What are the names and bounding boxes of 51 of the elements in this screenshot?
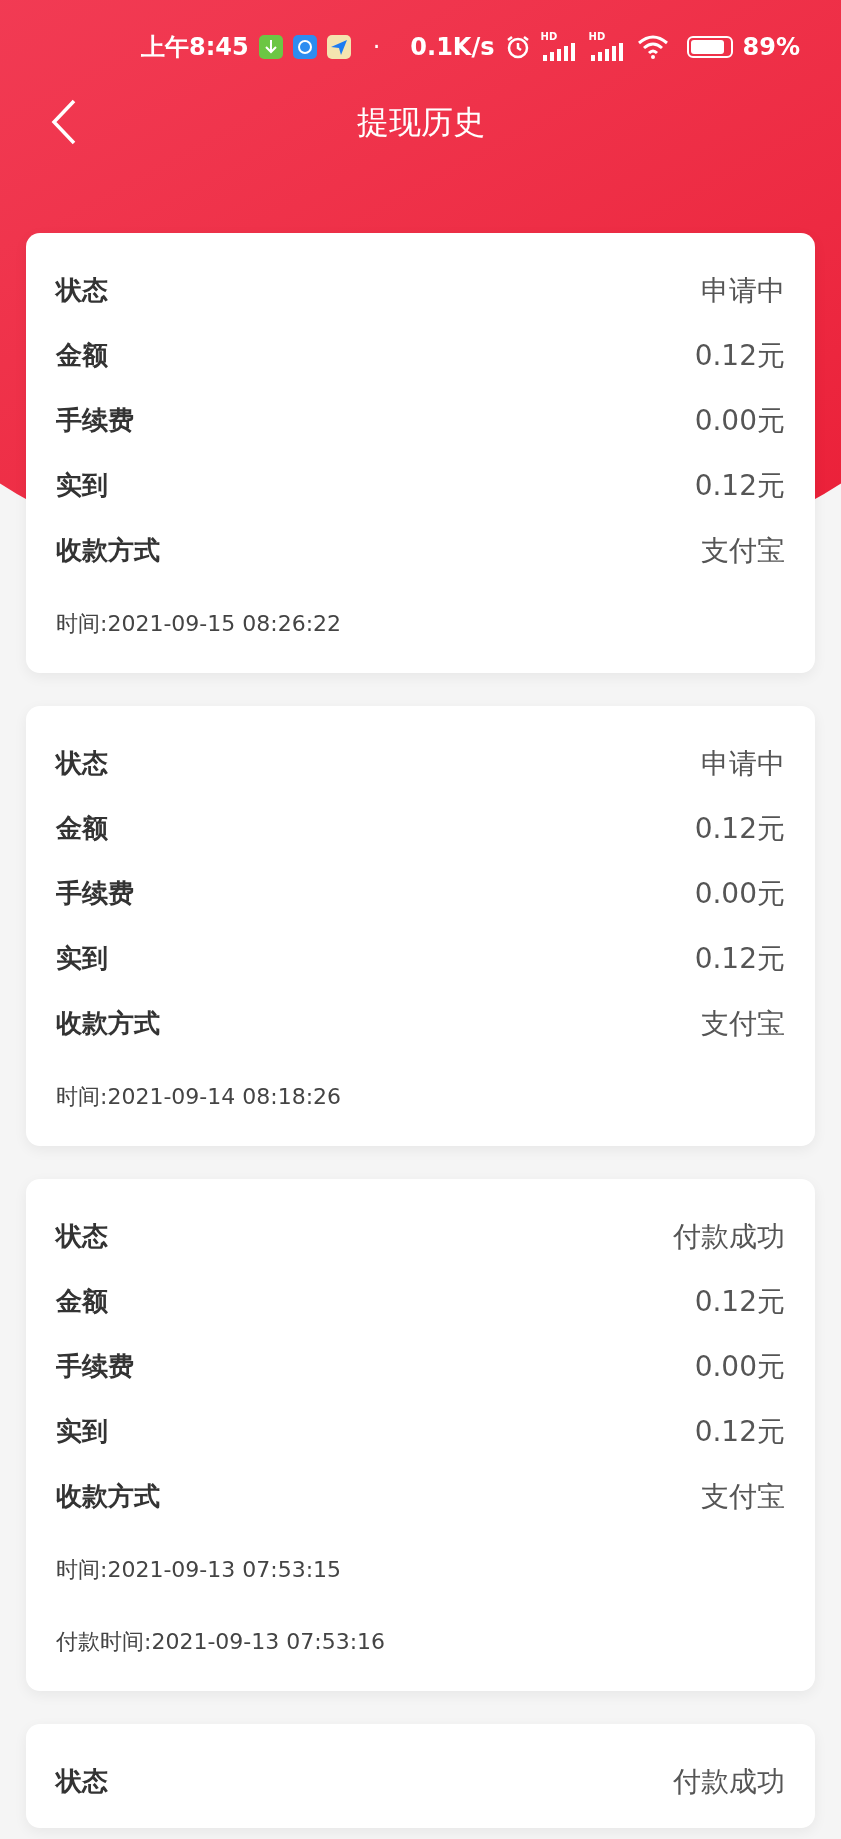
back-icon [50, 98, 78, 146]
field-value: 0.12元 [694, 810, 785, 847]
field-label: 金额 [56, 339, 108, 372]
field-label: 手续费 [56, 1350, 134, 1383]
wifi-icon [636, 35, 669, 59]
field-value: 支付宝 [701, 1005, 785, 1042]
field-label: 实到 [56, 942, 108, 975]
field-label: 金额 [56, 1285, 108, 1318]
download-app-icon [258, 35, 283, 59]
field-label: 手续费 [56, 404, 134, 437]
field-label: 收款方式 [56, 1480, 160, 1513]
signal-label: HD [588, 30, 606, 44]
field-label: 状态 [56, 747, 108, 780]
map-app-icon [326, 35, 351, 59]
field-label: 收款方式 [56, 534, 160, 567]
field-label: 手续费 [56, 877, 134, 910]
time-text: 时间:2021-09-14 08:18:26 [56, 1082, 343, 1111]
status-dot: · [372, 32, 381, 63]
field-value: 付款成功 [673, 1218, 785, 1255]
field-value: 0.00元 [694, 875, 785, 912]
time-text: 付款时间:2021-09-13 07:53:16 [56, 1627, 387, 1656]
signal-label: HD [540, 30, 558, 44]
signal-icon [590, 43, 625, 61]
field-value: 付款成功 [673, 1763, 785, 1800]
signal-icon [542, 43, 577, 61]
field-value: 0.12元 [694, 1283, 785, 1320]
field-value: 0.12元 [694, 337, 785, 374]
field-value: 申请中 [701, 272, 785, 309]
field-value: 申请中 [701, 745, 785, 782]
field-label: 实到 [56, 469, 108, 502]
field-label: 状态 [56, 274, 108, 307]
battery-icon [686, 36, 733, 58]
field-label: 收款方式 [56, 1007, 160, 1040]
chat-app-icon [292, 35, 317, 59]
field-value: 0.12元 [694, 940, 785, 977]
page-title: 提现历史 [356, 102, 485, 143]
field-value: 0.00元 [694, 1348, 785, 1385]
field-value: 0.12元 [694, 467, 785, 504]
time-text: 时间:2021-09-13 07:53:15 [56, 1555, 343, 1584]
field-label: 状态 [56, 1220, 108, 1253]
field-label: 金额 [56, 812, 108, 845]
time-text: 时间:2021-09-15 08:26:22 [56, 609, 343, 638]
field-value: 0.00元 [694, 402, 785, 439]
network-speed: 0.1K/s [410, 32, 495, 63]
field-value: 支付宝 [701, 1478, 785, 1515]
field-value: 支付宝 [701, 532, 785, 569]
field-label: 状态 [56, 1765, 108, 1798]
field-label: 实到 [56, 1415, 108, 1448]
status-time: 上午8:45 [141, 32, 249, 63]
battery-percent: 89% [742, 32, 800, 63]
field-value: 0.12元 [694, 1413, 785, 1450]
